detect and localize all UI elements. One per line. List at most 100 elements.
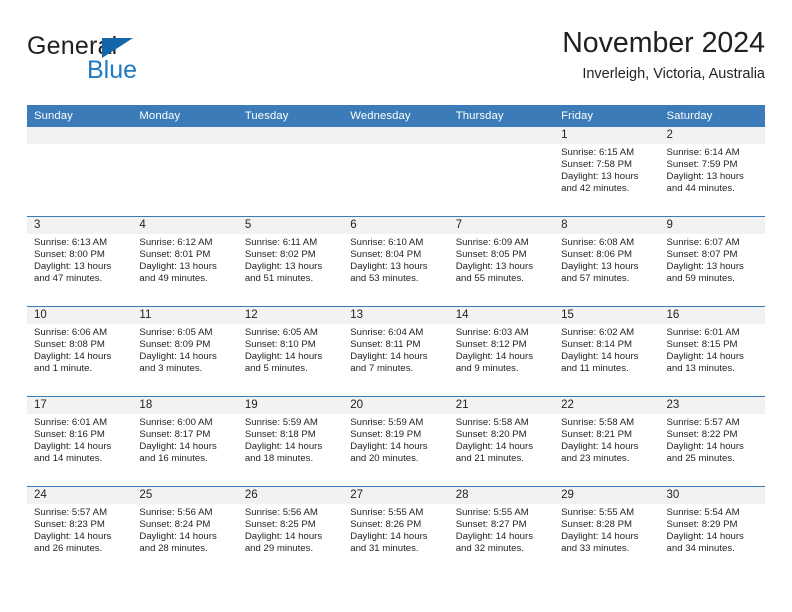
calendar-day-cell[interactable]: 3 Sunrise: 6:13 AM Sunset: 8:00 PM Daylight… [27,216,133,307]
daylight-duration-line1: Daylight: 13 hours [244,261,323,273]
day-number: 9 [659,217,765,234]
daylight-duration-line1: Daylight: 14 hours [350,441,428,453]
calendar-day-cell[interactable]: 14 Sunrise: 6:03 AM Sunset: 8:12 PM Dayligh… [448,306,555,397]
calendar-day-cell[interactable]: 10 Sunrise: 6:06 AM Sunset: 8:08 PM Dayligh… [27,306,133,397]
calendar-grid: Sunday Monday Tuesday Wednesday Thursday… [27,105,765,576]
day-cell-content: 28 Sunrise: 5:55 AM Sunset: 8:27 PM Dayligh… [448,487,555,576]
sunset-time: Sunset: 8:27 PM [455,519,527,531]
daylight-duration-line1: Daylight: 14 hours [244,351,323,363]
daylight-duration-line1: Daylight: 13 hours [350,261,428,273]
calendar-day-cell[interactable]: 26 Sunrise: 5:56 AM Sunset: 8:25 PM Dayligh… [237,486,344,576]
day-cell-content: 2 Sunrise: 6:14 AM Sunset: 7:59 PM Daylight… [659,127,765,216]
sunrise-time: Sunrise: 6:12 AM [139,237,213,248]
daylight-duration-line2: and 33 minutes. [561,543,630,555]
sunset-time: Sunset: 8:26 PM [350,519,422,531]
sunrise-time: Sunrise: 6:05 AM [139,327,213,338]
calendar-day-cell[interactable]: 17 Sunrise: 6:01 AM Sunset: 8:16 PM Dayligh… [27,396,133,487]
daylight-duration-line1: Daylight: 13 hours [561,171,639,183]
calendar-day-cell[interactable]: 28 Sunrise: 5:55 AM Sunset: 8:27 PM Dayligh… [448,486,555,576]
calendar-day-cell[interactable]: 18 Sunrise: 6:00 AM Sunset: 8:17 PM Dayligh… [132,396,238,487]
calendar-day-cell[interactable]: 9 Sunrise: 6:07 AM Sunset: 8:07 PM Daylight… [659,216,765,307]
sunset-time: Sunset: 8:15 PM [666,339,738,351]
sunrise-time: Sunrise: 5:56 AM [244,507,318,518]
day-details: Sunrise: 6:03 AM Sunset: 8:12 PM Daylight:… [449,324,554,375]
sunset-time: Sunset: 8:06 PM [561,249,633,261]
calendar-day-cell[interactable]: 19 Sunrise: 5:59 AM Sunset: 8:18 PM Dayligh… [237,396,344,487]
sunset-time: Sunset: 8:01 PM [139,249,211,261]
calendar-day-cell[interactable]: 5 Sunrise: 6:11 AM Sunset: 8:02 PM Daylight… [237,216,344,307]
day-details: Sunrise: 6:04 AM Sunset: 8:11 PM Daylight:… [343,324,448,375]
brand-logo[interactable]: General Blue [27,34,287,90]
day-number: 11 [132,307,238,324]
daylight-duration-line2: and 47 minutes. [34,273,103,285]
calendar-day-cell[interactable]: 4 Sunrise: 6:12 AM Sunset: 8:01 PM Daylight… [132,216,238,307]
sunrise-time: Sunrise: 6:05 AM [244,327,318,338]
sunrise-time: Sunrise: 6:04 AM [350,327,424,338]
sunset-time: Sunset: 8:07 PM [666,249,738,261]
daylight-duration-line1: Daylight: 13 hours [34,261,112,273]
sunset-time: Sunset: 8:05 PM [455,249,527,261]
daylight-duration-line1: Daylight: 13 hours [455,261,534,273]
calendar-day-cell[interactable]: 27 Sunrise: 5:55 AM Sunset: 8:26 PM Dayligh… [343,486,449,576]
day-details: Sunrise: 5:56 AM Sunset: 8:24 PM Daylight:… [132,504,237,555]
day-details: Sunrise: 6:11 AM Sunset: 8:02 PM Daylight:… [238,234,343,285]
calendar-day-cell[interactable]: 20 Sunrise: 5:59 AM Sunset: 8:19 PM Dayligh… [343,396,449,487]
sunset-time: Sunset: 8:20 PM [455,429,527,441]
daylight-duration-line1: Daylight: 14 hours [666,351,744,363]
daylight-duration-line2: and 34 minutes. [666,543,735,555]
daylight-duration-line2: and 16 minutes. [139,453,208,465]
day-cell-content: 4 Sunrise: 6:12 AM Sunset: 8:01 PM Daylight… [132,217,238,306]
calendar-day-cell[interactable]: 1 Sunrise: 6:15 AM Sunset: 7:58 PM Daylight… [554,127,660,217]
calendar-day-cell[interactable]: 22 Sunrise: 5:58 AM Sunset: 8:21 PM Dayligh… [554,396,660,487]
sunset-time: Sunset: 8:28 PM [561,519,633,531]
calendar-day-cell[interactable]: 12 Sunrise: 6:05 AM Sunset: 8:10 PM Dayligh… [237,306,344,397]
day-cell-content: 25 Sunrise: 5:56 AM Sunset: 8:24 PM Dayligh… [132,487,238,576]
calendar-day-cell[interactable]: 29 Sunrise: 5:55 AM Sunset: 8:28 PM Dayligh… [554,486,660,576]
daylight-duration-line1: Daylight: 14 hours [244,531,323,543]
day-details: Sunrise: 5:55 AM Sunset: 8:27 PM Daylight:… [449,504,554,555]
calendar-day-cell[interactable]: 15 Sunrise: 6:02 AM Sunset: 8:14 PM Dayligh… [554,306,660,397]
day-details: Sunrise: 6:00 AM Sunset: 8:17 PM Daylight:… [132,414,237,465]
daylight-duration-line1: Daylight: 14 hours [666,531,744,543]
calendar-day-cell[interactable]: 21 Sunrise: 5:58 AM Sunset: 8:20 PM Dayligh… [448,396,555,487]
calendar-day-cell[interactable]: 11 Sunrise: 6:05 AM Sunset: 8:09 PM Dayligh… [132,306,238,397]
calendar-week-row: 17 Sunrise: 6:01 AM Sunset: 8:16 PM Dayligh… [27,396,765,487]
calendar-day-cell[interactable]: 8 Sunrise: 6:08 AM Sunset: 8:06 PM Daylight… [554,216,660,307]
daylight-duration-line2: and 13 minutes. [666,363,735,375]
day-number: 3 [27,217,133,234]
calendar-day-cell[interactable]: 24 Sunrise: 5:57 AM Sunset: 8:23 PM Dayligh… [27,486,133,576]
brand-name-blue: Blue [87,56,138,84]
calendar-day-cell[interactable]: 23 Sunrise: 5:57 AM Sunset: 8:22 PM Dayligh… [659,396,765,487]
calendar-day-cell[interactable]: 2 Sunrise: 6:14 AM Sunset: 7:59 PM Daylight… [659,127,765,217]
daylight-duration-line1: Daylight: 14 hours [561,351,639,363]
day-details: Sunrise: 6:05 AM Sunset: 8:09 PM Daylight:… [132,324,237,375]
day-cell-content: 23 Sunrise: 5:57 AM Sunset: 8:22 PM Dayligh… [659,397,765,486]
calendar-day-cell[interactable]: 25 Sunrise: 5:56 AM Sunset: 8:24 PM Dayligh… [132,486,238,576]
day-cell-content: 16 Sunrise: 6:01 AM Sunset: 8:15 PM Dayligh… [659,307,765,396]
title-block: November 2024 Inverleigh, Victoria, Aust… [562,27,765,83]
daylight-duration-line2: and 23 minutes. [561,453,630,465]
day-number: 29 [554,487,660,504]
day-cell-content: 14 Sunrise: 6:03 AM Sunset: 8:12 PM Dayligh… [448,307,555,396]
day-number: 23 [659,397,765,414]
daylight-duration-line1: Daylight: 14 hours [244,441,323,453]
day-cell-content: 3 Sunrise: 6:13 AM Sunset: 8:00 PM Daylight… [27,217,133,306]
day-details: Sunrise: 6:08 AM Sunset: 8:06 PM Daylight:… [554,234,659,285]
calendar-day-cell[interactable]: 6 Sunrise: 6:10 AM Sunset: 8:04 PM Daylight… [343,216,449,307]
calendar-day-cell[interactable]: 7 Sunrise: 6:09 AM Sunset: 8:05 PM Daylight… [448,216,555,307]
daylight-duration-line1: Daylight: 14 hours [561,441,639,453]
day-cell-content: 7 Sunrise: 6:09 AM Sunset: 8:05 PM Daylight… [448,217,555,306]
calendar-day-cell[interactable]: 16 Sunrise: 6:01 AM Sunset: 8:15 PM Dayligh… [659,306,765,397]
day-number: 7 [448,217,555,234]
empty-day [132,127,238,216]
calendar-day-cell[interactable]: 13 Sunrise: 6:04 AM Sunset: 8:11 PM Dayligh… [343,306,449,397]
daylight-duration-line1: Daylight: 14 hours [455,351,534,363]
day-number: 10 [27,307,133,324]
daylight-duration-line1: Daylight: 13 hours [666,261,744,273]
day-cell-content: 5 Sunrise: 6:11 AM Sunset: 8:02 PM Daylight… [237,217,344,306]
daylight-duration-line2: and 57 minutes. [561,273,630,285]
day-details: Sunrise: 6:09 AM Sunset: 8:05 PM Daylight:… [449,234,554,285]
weekday-header-wednesday: Wednesday [343,105,449,127]
day-cell-content: 27 Sunrise: 5:55 AM Sunset: 8:26 PM Dayligh… [343,487,449,576]
calendar-day-cell[interactable]: 30 Sunrise: 5:54 AM Sunset: 8:29 PM Dayligh… [659,486,765,576]
